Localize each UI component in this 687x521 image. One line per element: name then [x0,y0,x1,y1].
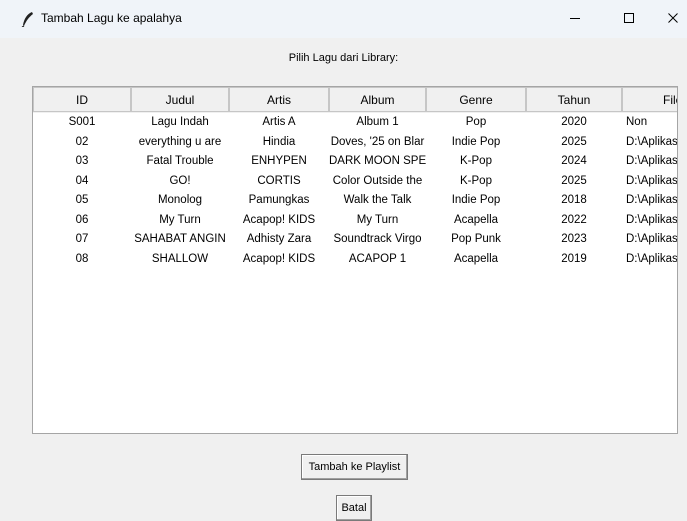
close-button[interactable] [650,0,687,38]
cell-id: 06 [75,213,89,226]
cell-tahun: 2019 [561,252,587,265]
song-table[interactable]: ID Judul Artis Album Genre Tahun File S0… [32,86,678,434]
column-header-file[interactable]: File [622,87,677,112]
cell-judul: Monolog [157,194,203,206]
maximize-button[interactable] [606,0,652,38]
cell-id: 08 [75,252,89,265]
title-bar[interactable]: Tambah Lagu ke apalahya [0,0,687,38]
cell-album: Doves, '25 on Blar [330,135,425,148]
cell-file: D:\Aplikas [626,155,678,167]
cell-artis: Adhisty Zara [246,233,312,245]
cell-tahun: 2025 [561,174,587,187]
close-icon [667,12,679,27]
cancel-button[interactable]: Batal [336,495,372,521]
cell-album: ACAPOP 1 [348,252,407,265]
cell-genre: K-Pop [460,174,492,187]
table-row[interactable]: 07 SAHABAT ANGIN Adhisty Zara Soundtrack… [33,230,678,250]
cell-file: D:\Aplikas [626,233,678,245]
window-title: Tambah Lagu ke apalahya [41,11,182,25]
table-row[interactable]: 05 Monolog Pamungkas Walk the Talk Indie… [33,191,678,211]
cell-tahun: 2022 [561,213,587,226]
cell-genre: Pop Punk [451,233,501,245]
cell-id: 07 [75,233,89,245]
column-header-judul[interactable]: Judul [131,87,229,112]
cell-artis: ENHYPEN [251,155,307,167]
cell-artis: Artis A [262,116,296,128]
cell-album: Soundtrack Virgo [333,233,422,245]
cell-album: My Turn [356,213,399,226]
cell-tahun: 2023 [561,233,587,245]
table-row[interactable]: 06 My Turn Acapop! KIDS My Turn Acapella… [33,211,678,231]
cell-genre: Acapella [453,213,499,226]
cell-artis: Acapop! KIDS [242,252,316,265]
cell-artis: Pamungkas [248,194,310,206]
table-row[interactable]: 02 everything u are Hindia Doves, '25 on… [33,133,678,153]
cell-file: D:\Aplikas [626,174,678,187]
cell-tahun: 2024 [561,155,587,167]
column-header-genre[interactable]: Genre [426,87,526,112]
cell-album: Album 1 [356,116,399,128]
cell-artis: CORTIS [257,174,301,187]
cell-genre: Pop [465,116,487,128]
table-row[interactable]: 03 Fatal Trouble ENHYPEN DARK MOON SPE K… [33,152,678,172]
cell-judul: SAHABAT ANGIN [134,233,226,245]
cell-id: S001 [68,116,96,128]
table-row[interactable]: 08 SHALLOW Acapop! KIDS ACAPOP 1 Acapell… [33,250,678,270]
cell-judul: GO! [169,174,191,187]
minimize-icon [569,12,581,27]
cell-id: 03 [75,155,89,167]
cell-file: Non [626,116,648,128]
cell-id: 04 [75,174,89,187]
feather-icon [21,11,35,28]
cell-file: D:\Aplikas [626,213,678,226]
cell-album: DARK MOON SPE [329,155,426,167]
maximize-icon [623,12,635,27]
cell-artis: Hindia [262,135,296,148]
cell-genre: Indie Pop [451,194,501,206]
table-row[interactable]: S001 Lagu Indah Artis A Album 1 Pop 2020… [33,113,677,133]
cell-file: D:\Aplikas [626,252,678,265]
cell-tahun: 2020 [561,116,587,128]
column-header-album[interactable]: Album [329,87,426,112]
cell-genre: Indie Pop [451,135,501,148]
cell-judul: Fatal Trouble [146,155,214,167]
cell-id: 05 [75,194,89,206]
cell-file: D:\Aplikas [626,135,678,148]
column-header-tahun[interactable]: Tahun [526,87,622,112]
library-prompt: Pilih Lagu dari Library: [288,52,399,64]
column-header-id[interactable]: ID [33,87,131,112]
add-to-playlist-button[interactable]: Tambah ke Playlist [301,454,408,480]
cell-album: Color Outside the [332,174,423,187]
table-row[interactable]: 04 GO! CORTIS Color Outside the K-Pop 20… [33,172,678,192]
cell-tahun: 2018 [561,194,587,206]
table-body: S001 Lagu Indah Artis A Album 1 Pop 2020… [33,113,678,270]
cell-tahun: 2025 [561,135,587,148]
cell-judul: Lagu Indah [151,116,209,128]
cell-id: 02 [75,135,89,148]
cell-judul: SHALLOW [151,252,209,265]
cell-album: Walk the Talk [343,194,412,206]
minimize-button[interactable] [552,0,598,38]
cell-judul: My Turn [159,213,201,226]
cell-judul: everything u are [138,135,222,148]
column-header-artis[interactable]: Artis [229,87,329,112]
cell-genre: Acapella [453,252,499,265]
cell-artis: Acapop! KIDS [242,213,316,226]
table-header: ID Judul Artis Album Genre Tahun File [33,87,677,113]
cell-genre: K-Pop [460,155,492,167]
cell-file: D:\Aplikas [626,194,678,206]
